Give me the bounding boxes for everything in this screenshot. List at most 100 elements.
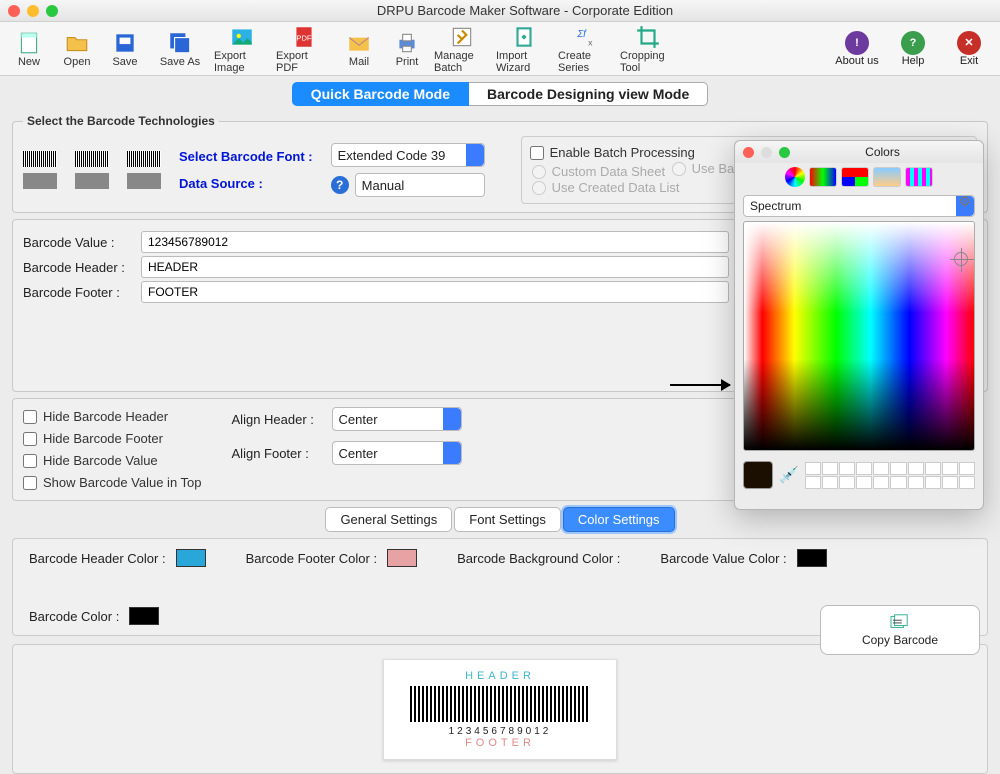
about-button[interactable]: !About us (834, 31, 880, 67)
hide-header-label: Hide Barcode Header (43, 409, 168, 424)
preview-bars (410, 686, 590, 722)
colorwin-min-button[interactable] (761, 147, 772, 158)
align-header-value: Center (339, 412, 378, 427)
current-color-swatch[interactable] (743, 461, 773, 489)
create-series-label: Create Series (558, 50, 614, 74)
color-sliders-tab[interactable] (809, 167, 837, 187)
align-footer-label: Align Footer : (232, 446, 322, 461)
save-as-label: Save As (160, 56, 200, 68)
mail-button[interactable]: Mail (338, 30, 380, 68)
annotation-arrow (670, 384, 730, 386)
value-color-label: Barcode Value Color : (660, 551, 786, 566)
hide-header-checkbox[interactable]: Hide Barcode Header (23, 409, 202, 424)
bh-label: Barcode Header : (23, 260, 133, 275)
print-button[interactable]: Print (386, 30, 428, 68)
color-palette-tab[interactable] (841, 167, 869, 187)
gear-icon[interactable]: ⚙ (958, 193, 971, 210)
show-value-top-checkbox[interactable]: Show Barcode Value in Top (23, 475, 202, 490)
barcode-header-input[interactable] (141, 256, 729, 278)
colorwin-max-button[interactable] (779, 147, 790, 158)
preview-footer: FOOTER (410, 737, 590, 749)
help-icon[interactable]: ? (331, 176, 349, 194)
cropping-tool-label: Cropping Tool (620, 50, 676, 74)
sample-2d-icon[interactable] (127, 173, 161, 189)
tab-general-settings[interactable]: General Settings (325, 507, 452, 532)
value-color-swatch[interactable] (797, 549, 827, 567)
preview-header: HEADER (410, 670, 590, 682)
show-top-label: Show Barcode Value in Top (43, 475, 202, 490)
about-label: About us (835, 55, 878, 67)
data-source-select[interactable]: Manual (355, 173, 485, 197)
import-wizard-button[interactable]: Import Wizard (496, 24, 552, 74)
print-label: Print (396, 56, 419, 68)
svg-text:Σf: Σf (576, 29, 587, 40)
save-as-button[interactable]: Save As (152, 30, 208, 68)
barcode-value-input[interactable] (141, 231, 729, 253)
footer-color-swatch[interactable] (387, 549, 417, 567)
bf-label: Barcode Footer : (23, 285, 133, 300)
tab-quick-mode[interactable]: Quick Barcode Mode (292, 82, 469, 106)
cropping-tool-button[interactable]: Cropping Tool (620, 24, 676, 74)
bv-label: Barcode Value : (23, 235, 133, 250)
align-footer-select[interactable]: Center (332, 441, 462, 465)
header-color-swatch[interactable] (176, 549, 206, 567)
barcode-footer-input[interactable] (141, 281, 729, 303)
open-button[interactable]: Open (56, 30, 98, 68)
titlebar: DRPU Barcode Maker Software - Corporate … (0, 0, 1000, 22)
manage-batch-button[interactable]: Manage Batch (434, 24, 490, 74)
color-reticle[interactable] (954, 252, 968, 266)
barcode-color-swatch[interactable] (129, 607, 159, 625)
sample-2d-icon[interactable] (75, 173, 109, 189)
save-button[interactable]: Save (104, 30, 146, 68)
open-label: Open (64, 56, 91, 68)
maximize-window-button[interactable] (46, 5, 58, 17)
minimize-window-button[interactable] (27, 5, 39, 17)
sample-linear-icon[interactable] (127, 151, 161, 167)
exit-button[interactable]: ✕Exit (946, 31, 992, 67)
enable-batch-label: Enable Batch Processing (550, 145, 695, 160)
sample-linear-icon[interactable] (75, 151, 109, 167)
new-button[interactable]: New (8, 30, 50, 68)
window-title: DRPU Barcode Maker Software - Corporate … (58, 3, 992, 18)
close-window-button[interactable] (8, 5, 20, 17)
spectrum-select[interactable]: Spectrum (743, 195, 975, 217)
colorwin-close-button[interactable] (743, 147, 754, 158)
saved-swatches[interactable] (805, 462, 975, 489)
export-pdf-button[interactable]: PDFExport PDF (276, 24, 332, 74)
export-image-button[interactable]: Export Image (214, 24, 270, 74)
color-wheel-tab[interactable] (785, 167, 805, 187)
color-image-tab[interactable] (873, 167, 901, 187)
color-picker-window: Colors Spectrum ⚙ 💉 (734, 140, 984, 510)
tab-design-mode[interactable]: Barcode Designing view Mode (469, 82, 708, 106)
colorwin-mode-tabs (735, 163, 983, 191)
source-label: Data Source : (179, 176, 313, 191)
sample-linear-icon[interactable] (23, 151, 57, 167)
hide-options-panel: Hide Barcode Header Hide Barcode Footer … (12, 398, 740, 501)
hide-footer-label: Hide Barcode Footer (43, 431, 163, 446)
export-pdf-label: Export PDF (276, 50, 332, 74)
barcode-values-panel: Barcode Value : Barcode Header : Barcode… (12, 219, 740, 392)
import-wizard-label: Import Wizard (496, 50, 552, 74)
barcode-font-select[interactable]: Extended Code 39 (331, 143, 485, 167)
hide-value-checkbox[interactable]: Hide Barcode Value (23, 453, 202, 468)
barcode-preview: HEADER 123456789012 FOOTER (383, 659, 617, 760)
sample-2d-icon[interactable] (23, 173, 57, 189)
use-cdl-label: Use Created Data List (552, 180, 680, 195)
export-image-label: Export Image (214, 50, 270, 74)
align-footer-value: Center (339, 446, 378, 461)
hide-footer-checkbox[interactable]: Hide Barcode Footer (23, 431, 202, 446)
preview-value: 123456789012 (410, 726, 590, 737)
create-series-button[interactable]: ΣfxCreate Series (558, 24, 614, 74)
tech-legend: Select the Barcode Technologies (23, 114, 219, 128)
barcode-color-label: Barcode Color : (29, 609, 119, 624)
copy-barcode-button[interactable]: Copy Barcode (820, 605, 980, 655)
tab-color-settings[interactable]: Color Settings (563, 507, 675, 532)
tab-font-settings[interactable]: Font Settings (454, 507, 561, 532)
eyedropper-icon[interactable]: 💉 (779, 465, 799, 485)
save-label: Save (112, 56, 137, 68)
align-header-select[interactable]: Center (332, 407, 462, 431)
help-button[interactable]: ?Help (890, 31, 936, 67)
color-pencils-tab[interactable] (905, 167, 933, 187)
spectrum-picker[interactable] (743, 221, 975, 451)
spectrum-label: Spectrum (750, 199, 801, 213)
